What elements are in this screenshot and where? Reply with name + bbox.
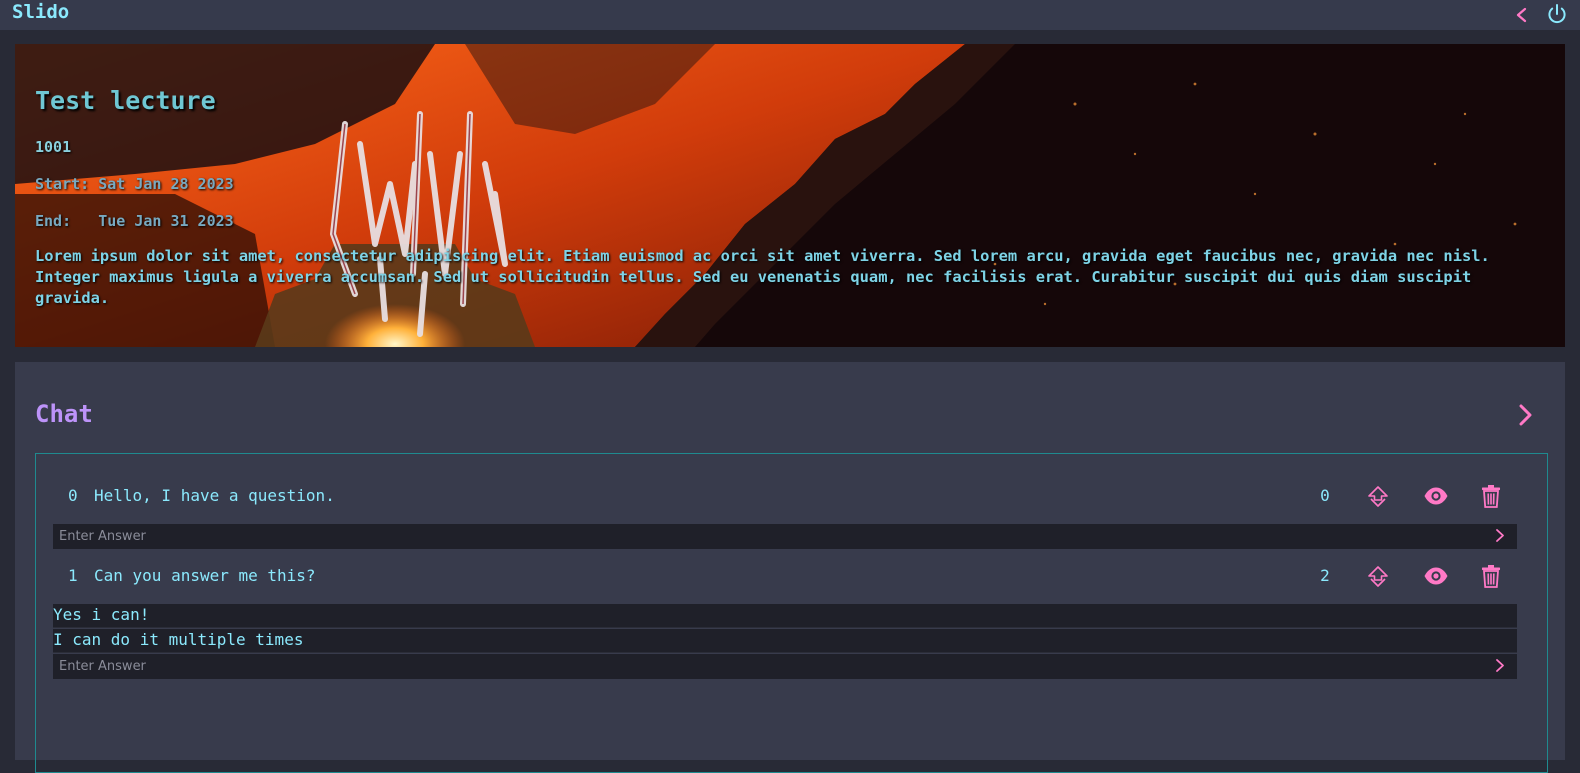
question-row: 0 Hello, I have a question. 0	[36, 476, 1547, 516]
answer-item: Yes i can!	[53, 604, 1517, 628]
answer-item: I can do it multiple times	[53, 629, 1517, 653]
question-index: 1	[68, 556, 78, 596]
lecture-end-date: End: Tue Jan 31 2023	[35, 212, 234, 230]
lecture-banner: Test lecture 1001 Start: Sat Jan 28 2023…	[15, 44, 1565, 347]
question-index: 0	[68, 476, 78, 516]
chat-title: Chat	[35, 400, 93, 428]
lecture-description: Lorem ipsum dolor sit amet, consectetur …	[35, 246, 1550, 309]
trash-icon[interactable]	[1481, 564, 1501, 588]
chat-panel: Chat 0 Hello, I have a question. 0	[15, 362, 1565, 760]
top-bar: Slido	[0, 0, 1580, 30]
answer-input[interactable]	[53, 524, 1488, 549]
lecture-id: 1001	[35, 138, 71, 156]
answer-input-row	[53, 524, 1517, 549]
chevron-left-icon[interactable]	[1512, 4, 1532, 26]
answer-input[interactable]	[53, 654, 1488, 679]
lecture-start-date: Start: Sat Jan 28 2023	[35, 175, 234, 193]
app-title: Slido	[12, 0, 69, 24]
send-answer-icon[interactable]	[1494, 658, 1506, 673]
power-icon[interactable]	[1545, 2, 1569, 26]
lecture-title: Test lecture	[35, 86, 216, 115]
question-list: 0 Hello, I have a question. 0	[35, 453, 1548, 773]
eye-icon[interactable]	[1423, 486, 1449, 506]
answer-input-row	[53, 654, 1517, 679]
vote-count: 0	[1315, 476, 1335, 516]
question-text: Hello, I have a question.	[94, 476, 335, 516]
vote-count: 2	[1315, 556, 1335, 596]
upvote-icon[interactable]	[1367, 565, 1389, 589]
question-text: Can you answer me this?	[94, 556, 316, 596]
send-answer-icon[interactable]	[1494, 528, 1506, 543]
chevron-right-icon[interactable]	[1515, 402, 1537, 428]
eye-icon[interactable]	[1423, 566, 1449, 586]
upvote-icon[interactable]	[1367, 485, 1389, 509]
trash-icon[interactable]	[1481, 484, 1501, 508]
question-row: 1 Can you answer me this? 2	[36, 556, 1547, 596]
